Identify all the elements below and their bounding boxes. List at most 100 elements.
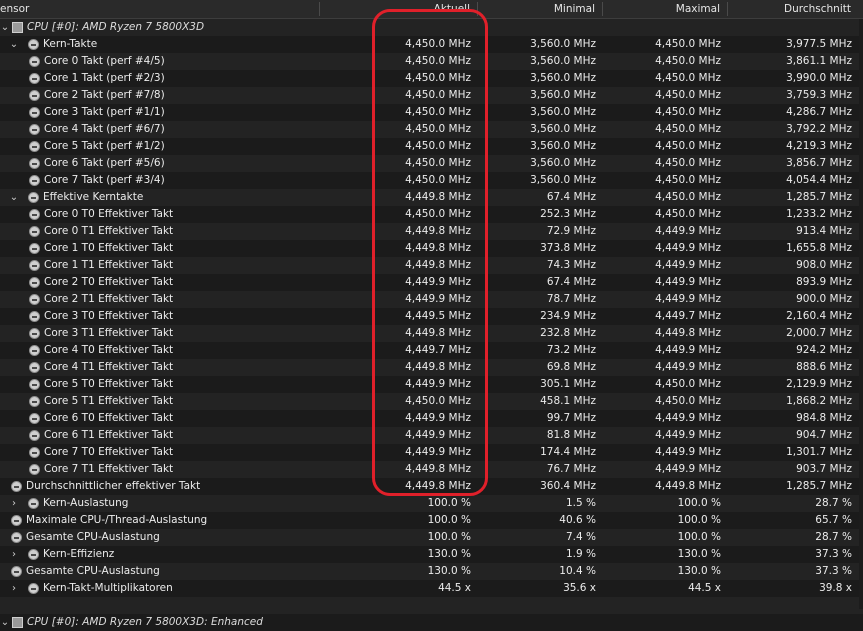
table-row[interactable]: Core 0 T0 Effektiver Takt 4,450.0 MHz 252.… bbox=[0, 206, 863, 223]
table-row[interactable]: Core 2 T0 Effektiver Takt 4,449.9 MHz 67.4… bbox=[0, 274, 863, 291]
table-row[interactable]: Core 6 Takt (perf #5/6) 4,450.0 MHz 3,560.… bbox=[0, 155, 863, 172]
table-row[interactable]: Core 5 T0 Effektiver Takt 4,449.9 MHz 305.… bbox=[0, 376, 863, 393]
value-average: 28.7 % bbox=[815, 531, 852, 543]
vertical-scrollbar[interactable] bbox=[859, 19, 863, 609]
table-row[interactable]: Core 4 T1 Effektiver Takt 4,449.8 MHz 69.8… bbox=[0, 359, 863, 376]
table-row[interactable]: Core 5 Takt (perf #1/2) 4,450.0 MHz 3,560.… bbox=[0, 138, 863, 155]
value-maximum: 4,450.0 MHz bbox=[655, 55, 721, 67]
table-row[interactable]: Core 0 T1 Effektiver Takt 4,449.8 MHz 72.9… bbox=[0, 223, 863, 240]
value-maximum: 44.5 x bbox=[688, 582, 721, 594]
table-row[interactable]: Core 3 Takt (perf #1/1) 4,450.0 MHz 3,560.… bbox=[0, 104, 863, 121]
value-current: 100.0 % bbox=[427, 514, 471, 526]
value-current: 4,450.0 MHz bbox=[405, 174, 471, 186]
value-minimum: 3,560.0 MHz bbox=[530, 72, 596, 84]
table-row[interactable]: Maximale CPU-/Thread-Auslastung 100.0 % 40… bbox=[0, 512, 863, 529]
value-minimum: 3,560.0 MHz bbox=[530, 157, 596, 169]
sensor-gauge-icon bbox=[11, 532, 22, 543]
table-row[interactable]: ⌄ Effektive Kerntakte 4,449.8 MHz 67.4 MHz 4… bbox=[0, 189, 863, 206]
value-minimum: 3,560.0 MHz bbox=[530, 55, 596, 67]
value-current: 4,449.9 MHz bbox=[405, 429, 471, 441]
sensor-gauge-icon bbox=[28, 583, 39, 594]
value-maximum: 4,450.0 MHz bbox=[655, 395, 721, 407]
sensor-gauge-icon bbox=[29, 328, 40, 339]
sensor-gauge-icon bbox=[29, 124, 40, 135]
value-average: 1,301.7 MHz bbox=[786, 446, 852, 458]
table-row[interactable]: Core 3 T0 Effektiver Takt 4,449.5 MHz 234.… bbox=[0, 308, 863, 325]
table-row[interactable]: Core 7 T1 Effektiver Takt 4,449.8 MHz 76.7… bbox=[0, 461, 863, 478]
value-minimum: 3,560.0 MHz bbox=[530, 140, 596, 152]
value-current: 4,450.0 MHz bbox=[405, 72, 471, 84]
column-header-durchschnitt[interactable]: Durchschnitt bbox=[728, 0, 858, 18]
sensor-gauge-icon bbox=[29, 345, 40, 356]
table-row[interactable]: Core 1 T1 Effektiver Takt 4,449.8 MHz 74.3… bbox=[0, 257, 863, 274]
value-minimum: 72.9 MHz bbox=[546, 225, 596, 237]
value-current: 4,449.8 MHz bbox=[405, 327, 471, 339]
sensor-gauge-icon bbox=[29, 175, 40, 186]
column-header-bar: ensor Aktuell Minimal Maximal Durchschni… bbox=[0, 0, 863, 19]
value-current: 4,449.8 MHz bbox=[405, 480, 471, 492]
table-row[interactable]: Core 6 T1 Effektiver Takt 4,449.9 MHz 81.8… bbox=[0, 427, 863, 444]
value-maximum: 4,450.0 MHz bbox=[655, 157, 721, 169]
value-current: 130.0 % bbox=[427, 565, 471, 577]
table-row[interactable]: Core 4 T0 Effektiver Takt 4,449.7 MHz 73.2… bbox=[0, 342, 863, 359]
expand-chevron-icon[interactable]: ⌄ bbox=[0, 614, 10, 631]
column-header-minimal[interactable]: Minimal bbox=[478, 0, 602, 18]
table-row[interactable]: Core 2 T1 Effektiver Takt 4,449.9 MHz 78.7… bbox=[0, 291, 863, 308]
table-row[interactable]: Core 2 Takt (perf #7/8) 4,450.0 MHz 3,560.… bbox=[0, 87, 863, 104]
table-row[interactable]: Core 7 T0 Effektiver Takt 4,449.9 MHz 174.… bbox=[0, 444, 863, 461]
value-average: 4,219.3 MHz bbox=[786, 140, 852, 152]
column-header-aktuell[interactable]: Aktuell bbox=[320, 0, 477, 18]
sensor-name: Gesamte CPU-Auslastung bbox=[26, 565, 160, 577]
expand-chevron-icon[interactable]: ⌄ bbox=[0, 19, 10, 36]
sensor-gauge-icon bbox=[29, 260, 40, 271]
table-row[interactable]: Core 0 Takt (perf #4/5) 4,450.0 MHz 3,560.… bbox=[0, 53, 863, 70]
table-row[interactable]: › Kern-Effizienz 130.0 % 1.9 % 130.0 % 37.3 % bbox=[0, 546, 863, 563]
collapse-chevron-icon[interactable]: ⌄ bbox=[9, 36, 19, 53]
value-average: 1,285.7 MHz bbox=[786, 480, 852, 492]
value-maximum: 4,449.8 MHz bbox=[655, 327, 721, 339]
value-minimum: 67.4 MHz bbox=[546, 191, 596, 203]
sensor-name: Core 4 T1 Effektiver Takt bbox=[44, 361, 174, 373]
table-row[interactable]: Gesamte CPU-Auslastung 130.0 % 10.4 % 130.0… bbox=[0, 563, 863, 580]
sensor-name: Gesamte CPU-Auslastung bbox=[26, 531, 160, 543]
column-header-sensor[interactable]: ensor bbox=[0, 0, 320, 18]
collapse-chevron-icon[interactable]: ⌄ bbox=[9, 189, 19, 206]
table-row[interactable]: Core 1 T0 Effektiver Takt 4,449.8 MHz 373.… bbox=[0, 240, 863, 257]
table-row[interactable]: Core 3 T1 Effektiver Takt 4,449.8 MHz 232.… bbox=[0, 325, 863, 342]
table-row[interactable]: Core 6 T0 Effektiver Takt 4,449.9 MHz 99.7… bbox=[0, 410, 863, 427]
value-maximum: 4,450.0 MHz bbox=[655, 174, 721, 186]
value-average: 903.7 MHz bbox=[796, 463, 852, 475]
value-average: 39.8 x bbox=[819, 582, 852, 594]
value-maximum: 4,450.0 MHz bbox=[655, 106, 721, 118]
expand-chevron-icon[interactable]: › bbox=[9, 495, 19, 512]
value-maximum: 4,449.9 MHz bbox=[655, 446, 721, 458]
group-row[interactable]: ⌄ CPU [#0]: AMD Ryzen 7 5800X3D: Enhanced bbox=[0, 614, 863, 631]
sensor-name: Core 1 T0 Effektiver Takt bbox=[44, 242, 174, 254]
group-row[interactable]: ⌄ CPU [#0]: AMD Ryzen 7 5800X3D bbox=[0, 19, 863, 36]
sensor-name: Core 3 Takt (perf #1/1) bbox=[44, 106, 165, 118]
table-row[interactable]: › Kern-Takt-Multiplikatoren 44.5 x 35.6 x 44… bbox=[0, 580, 863, 597]
value-maximum: 4,449.9 MHz bbox=[655, 242, 721, 254]
table-row[interactable]: Durchschnittlicher effektiver Takt 4,449.… bbox=[0, 478, 863, 495]
table-row[interactable]: Gesamte CPU-Auslastung 100.0 % 7.4 % 100.0 … bbox=[0, 529, 863, 546]
value-maximum: 100.0 % bbox=[677, 514, 721, 526]
table-row[interactable]: Core 5 T1 Effektiver Takt 4,450.0 MHz 458.… bbox=[0, 393, 863, 410]
column-header-maximal[interactable]: Maximal bbox=[603, 0, 727, 18]
table-row[interactable]: Core 4 Takt (perf #6/7) 4,450.0 MHz 3,560.… bbox=[0, 121, 863, 138]
sensor-name: Kern-Takt-Multiplikatoren bbox=[43, 582, 173, 594]
value-current: 4,450.0 MHz bbox=[405, 89, 471, 101]
expand-chevron-icon[interactable]: › bbox=[9, 580, 19, 597]
value-minimum: 1.9 % bbox=[565, 548, 596, 560]
table-row[interactable]: ⌄ Kern-Takte 4,450.0 MHz 3,560.0 MHz 4,450.0… bbox=[0, 36, 863, 53]
value-minimum: 3,560.0 MHz bbox=[530, 38, 596, 50]
expand-chevron-icon[interactable]: › bbox=[9, 546, 19, 563]
value-average: 893.9 MHz bbox=[796, 276, 852, 288]
table-row[interactable]: Core 1 Takt (perf #2/3) 4,450.0 MHz 3,560.… bbox=[0, 70, 863, 87]
value-maximum: 4,449.9 MHz bbox=[655, 259, 721, 271]
sensor-gauge-icon bbox=[29, 413, 40, 424]
table-row[interactable]: › Kern-Auslastung 100.0 % 1.5 % 100.0 % 28.7 … bbox=[0, 495, 863, 512]
sensor-name: Durchschnittlicher effektiver Takt bbox=[26, 480, 201, 492]
sensor-name: Core 2 T0 Effektiver Takt bbox=[44, 276, 174, 288]
sensor-gauge-icon bbox=[29, 362, 40, 373]
table-row[interactable]: Core 7 Takt (perf #3/4) 4,450.0 MHz 3,560.… bbox=[0, 172, 863, 189]
